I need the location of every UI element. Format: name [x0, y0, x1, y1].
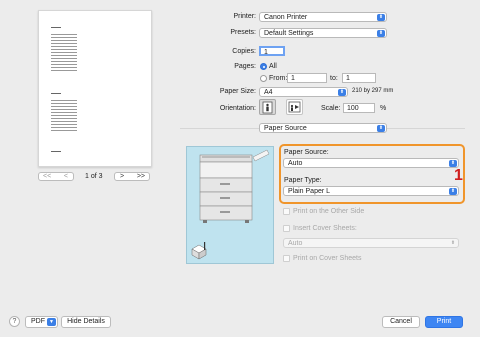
doc-text-line	[51, 40, 77, 41]
doc-text-line	[51, 127, 77, 128]
doc-heading-line	[51, 93, 61, 94]
doc-text-line	[51, 121, 77, 122]
pages-from-radio[interactable]	[260, 75, 267, 82]
doc-text-line	[51, 115, 77, 116]
printer-icon	[191, 149, 270, 260]
copies-label: Copies:	[232, 48, 256, 55]
paper-type-select[interactable]: Plain Paper L ⬍	[283, 186, 459, 196]
section-select-value: Paper Source	[264, 125, 307, 132]
doc-text-line	[51, 43, 77, 44]
print-on-cover-label: Print on Cover Sheets	[293, 255, 362, 262]
presets-label: Presets:	[230, 29, 256, 36]
chevron-updown-icon: ⬍	[449, 160, 457, 167]
print-other-side-checkbox[interactable]	[283, 208, 290, 215]
doc-text-line	[51, 37, 77, 38]
printer-select[interactable]: Canon Printer ⬍	[259, 12, 387, 22]
doc-text-line	[51, 130, 77, 131]
scale-input[interactable]: 100	[343, 103, 375, 113]
doc-text-line	[51, 124, 77, 125]
scale-percent: %	[380, 105, 387, 112]
paper-size-dimensions: 210 by 297 mm	[352, 88, 394, 94]
paper-source-select[interactable]: Auto ⬍	[283, 158, 459, 168]
portrait-button[interactable]	[259, 99, 276, 115]
first-page-button[interactable]: << <	[38, 172, 74, 181]
print-other-side-label: Print on the Other Side	[293, 208, 365, 215]
pages-all-radio[interactable]	[260, 63, 267, 70]
pages-from-label: From:	[269, 75, 288, 82]
paper-size-label: Paper Size:	[219, 88, 256, 95]
orientation-label: Orientation:	[219, 105, 256, 112]
doc-text-line	[51, 103, 77, 104]
page-indicator: 1 of 3	[85, 173, 103, 180]
cover-sheet-select[interactable]: Auto ⬍	[283, 238, 459, 248]
paper-source-value: Auto	[288, 160, 303, 167]
pages-all-label: All	[269, 63, 277, 70]
last-page-label: >>	[136, 173, 145, 180]
help-button[interactable]: ?	[9, 316, 20, 327]
chevron-updown-icon: ⬍	[450, 240, 456, 246]
doc-text-line	[51, 106, 77, 107]
printer-value: Canon Printer	[264, 14, 308, 21]
doc-text-line	[51, 112, 77, 113]
doc-text-line	[51, 118, 77, 119]
last-page-button[interactable]: > >>	[114, 172, 150, 181]
print-button[interactable]: Print	[425, 316, 463, 328]
doc-text-line	[51, 100, 77, 101]
chevron-updown-icon: ⬍	[377, 30, 385, 37]
printer-label: Printer:	[233, 13, 256, 20]
doc-text-line	[51, 46, 77, 47]
presets-select[interactable]: Default Settings ⬍	[259, 28, 387, 38]
callout-number: 1	[454, 167, 463, 184]
doc-text-line	[51, 34, 77, 35]
doc-text-line	[51, 52, 77, 53]
cancel-button[interactable]: Cancel	[382, 316, 420, 328]
chevron-updown-icon: ⬍	[377, 125, 385, 132]
doc-heading-line	[51, 27, 61, 28]
prev-page-label: <	[63, 173, 68, 180]
hide-details-button[interactable]: Hide Details	[61, 316, 111, 328]
doc-text-line	[51, 61, 77, 62]
paper-type-value: Plain Paper L	[288, 188, 331, 195]
chevron-updown-icon: ⬍	[377, 14, 385, 21]
section-select[interactable]: Paper Source ⬍	[259, 123, 387, 133]
copies-input[interactable]: 1	[259, 46, 285, 56]
paper-size-value: A4	[264, 89, 273, 96]
doc-text-line	[51, 58, 77, 59]
printer-illustration-panel	[186, 146, 274, 264]
scale-label: Scale:	[321, 105, 341, 112]
paper-type-label: Paper Type:	[284, 177, 322, 184]
doc-heading-line	[51, 151, 61, 152]
landscape-icon	[288, 101, 301, 113]
presets-value: Default Settings	[264, 30, 314, 37]
pages-from-input[interactable]: 1	[287, 73, 327, 83]
doc-text-line	[51, 64, 77, 65]
landscape-button[interactable]	[286, 99, 303, 115]
insert-cover-sheets-checkbox[interactable]	[283, 225, 290, 232]
doc-text-line	[51, 109, 77, 110]
pages-to-label: to:	[330, 75, 338, 82]
next-page-label: >	[120, 173, 125, 180]
cover-sheet-value: Auto	[288, 240, 303, 247]
chevron-down-icon: ▼	[47, 318, 56, 326]
pdf-menu-button[interactable]: PDF ▼	[25, 316, 58, 328]
chevron-updown-icon: ⬍	[338, 89, 346, 96]
page-preview	[38, 10, 152, 167]
paper-source-label: Paper Source:	[284, 149, 329, 156]
chevron-updown-icon: ⬍	[449, 188, 457, 195]
doc-text-line	[51, 49, 77, 50]
doc-text-line	[51, 70, 77, 71]
pages-label: Pages:	[234, 63, 256, 70]
doc-text-line	[51, 67, 77, 68]
pages-to-input[interactable]: 1	[342, 73, 376, 83]
paper-size-select[interactable]: A4 ⬍	[259, 87, 348, 97]
insert-cover-sheets-label: Insert Cover Sheets:	[293, 225, 357, 232]
print-on-cover-checkbox[interactable]	[283, 255, 290, 262]
help-icon: ?	[12, 318, 17, 325]
portrait-icon	[262, 101, 273, 114]
doc-text-line	[51, 55, 77, 56]
pdf-label: PDF	[31, 318, 45, 325]
first-page-label: <<	[43, 173, 52, 180]
